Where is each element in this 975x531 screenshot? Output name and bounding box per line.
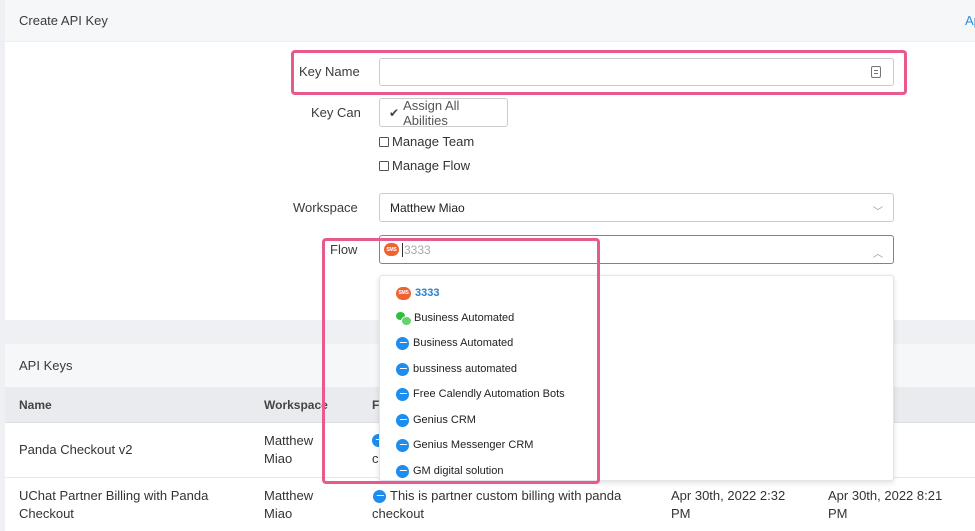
text-caret <box>402 242 403 257</box>
messenger-icon <box>396 413 409 427</box>
sms-icon: SMS <box>384 243 399 256</box>
workspace-select[interactable]: Matthew Miao ﹀ <box>379 193 894 222</box>
key-can-label: Key Can <box>311 105 361 120</box>
workspace-cell-line1: Matthew <box>264 488 314 503</box>
manage-team-checkbox[interactable] <box>379 136 389 147</box>
messenger-icon <box>373 490 386 503</box>
flow-option[interactable]: Business Automated <box>396 309 514 327</box>
flow-option-label: Genius CRM <box>413 414 476 426</box>
messenger-icon <box>396 387 409 401</box>
assign-all-label: Assign All Abilities <box>403 97 460 128</box>
flow-cell-line1: This is partner custom billing with pand… <box>390 488 622 503</box>
flow-option[interactable]: Genius Messenger CRM <box>396 436 533 454</box>
messenger-icon <box>396 362 409 376</box>
updated-cell-line2: PM <box>828 506 848 521</box>
flow-label: Flow <box>330 242 358 257</box>
wechat-icon <box>396 311 412 326</box>
flow-option[interactable]: SMS 3333 <box>396 284 439 302</box>
updated-cell-line1: Apr 30th, 2022 8:21 <box>828 488 943 503</box>
messenger-icon <box>396 464 409 478</box>
flow-cell-line2: checkout <box>372 506 425 521</box>
flow-option-label: Business Automated <box>413 337 514 349</box>
key-name-cell-line1: UChat Partner Billing with Panda <box>19 488 209 503</box>
chevron-down-icon: ﹀ <box>873 207 883 218</box>
flow-option-label: Genius Messenger CRM <box>413 439 534 451</box>
flow-option[interactable]: bussiness automated <box>396 360 517 378</box>
column-name[interactable]: Name <box>19 398 52 412</box>
header-link[interactable]: Ap <box>965 13 975 28</box>
flow-search-value: 3333 <box>404 242 431 257</box>
flow-option[interactable]: Genius CRM <box>396 411 476 429</box>
key-name-cell-line2: Checkout <box>19 506 74 521</box>
assign-all-abilities-button[interactable]: ✔ Assign All Abilities <box>379 97 508 128</box>
sms-icon: SMS <box>396 286 411 300</box>
manage-flow-checkbox[interactable] <box>379 160 389 171</box>
flow-option[interactable]: GM digital solution <box>396 462 504 480</box>
table-row[interactable]: UChat Partner Billing with Panda Checkou… <box>5 478 975 531</box>
flow-dropdown: SMS 3333 Business Automated Business Aut… <box>379 275 894 481</box>
manage-team-label: Manage Team <box>392 134 475 149</box>
key-name-label: Key Name <box>299 64 360 79</box>
messenger-icon <box>396 336 409 350</box>
key-name-cell: Panda Checkout v2 <box>19 442 133 457</box>
manage-team-option[interactable]: Manage Team <box>379 134 474 149</box>
manage-flow-label: Manage Flow <box>392 158 471 173</box>
check-icon: ✔ <box>389 105 400 120</box>
card-header: Create API Key Ap <box>5 0 975 42</box>
flow-cell-fragment: c <box>372 451 379 466</box>
api-keys-title: API Keys <box>19 358 73 373</box>
manage-flow-option[interactable]: Manage Flow <box>379 158 470 173</box>
flow-option-label: Business Automated <box>414 312 515 324</box>
workspace-cell-line2: Miao <box>264 451 293 466</box>
column-workspace[interactable]: Workspace <box>264 398 328 412</box>
workspace-cell-line1: Matthew <box>264 433 314 448</box>
flow-select[interactable]: SMS 3333 ︿ <box>379 235 894 264</box>
flow-option-label: 3333 <box>415 287 440 299</box>
workspace-label: Workspace <box>293 200 358 215</box>
created-cell-line2: PM <box>671 506 691 521</box>
card-title: Create API Key <box>19 13 108 28</box>
messenger-icon <box>396 438 409 452</box>
contact-card-icon <box>871 66 881 78</box>
create-api-key-card: Create API Key Ap <box>5 0 975 320</box>
key-name-input[interactable] <box>379 58 894 86</box>
chevron-up-icon: ︿ <box>873 249 883 260</box>
workspace-value: Matthew Miao <box>390 200 465 215</box>
flow-option[interactable]: Free Calendly Automation Bots <box>396 385 565 403</box>
flow-option-label: GM digital solution <box>413 465 504 477</box>
flow-option-label: Free Calendly Automation Bots <box>413 388 565 400</box>
flow-option-label: bussiness automated <box>413 363 517 375</box>
flow-option[interactable]: Business Automated <box>396 334 513 352</box>
workspace-cell-line2: Miao <box>264 506 293 521</box>
created-cell-line1: Apr 30th, 2022 2:32 <box>671 488 786 503</box>
